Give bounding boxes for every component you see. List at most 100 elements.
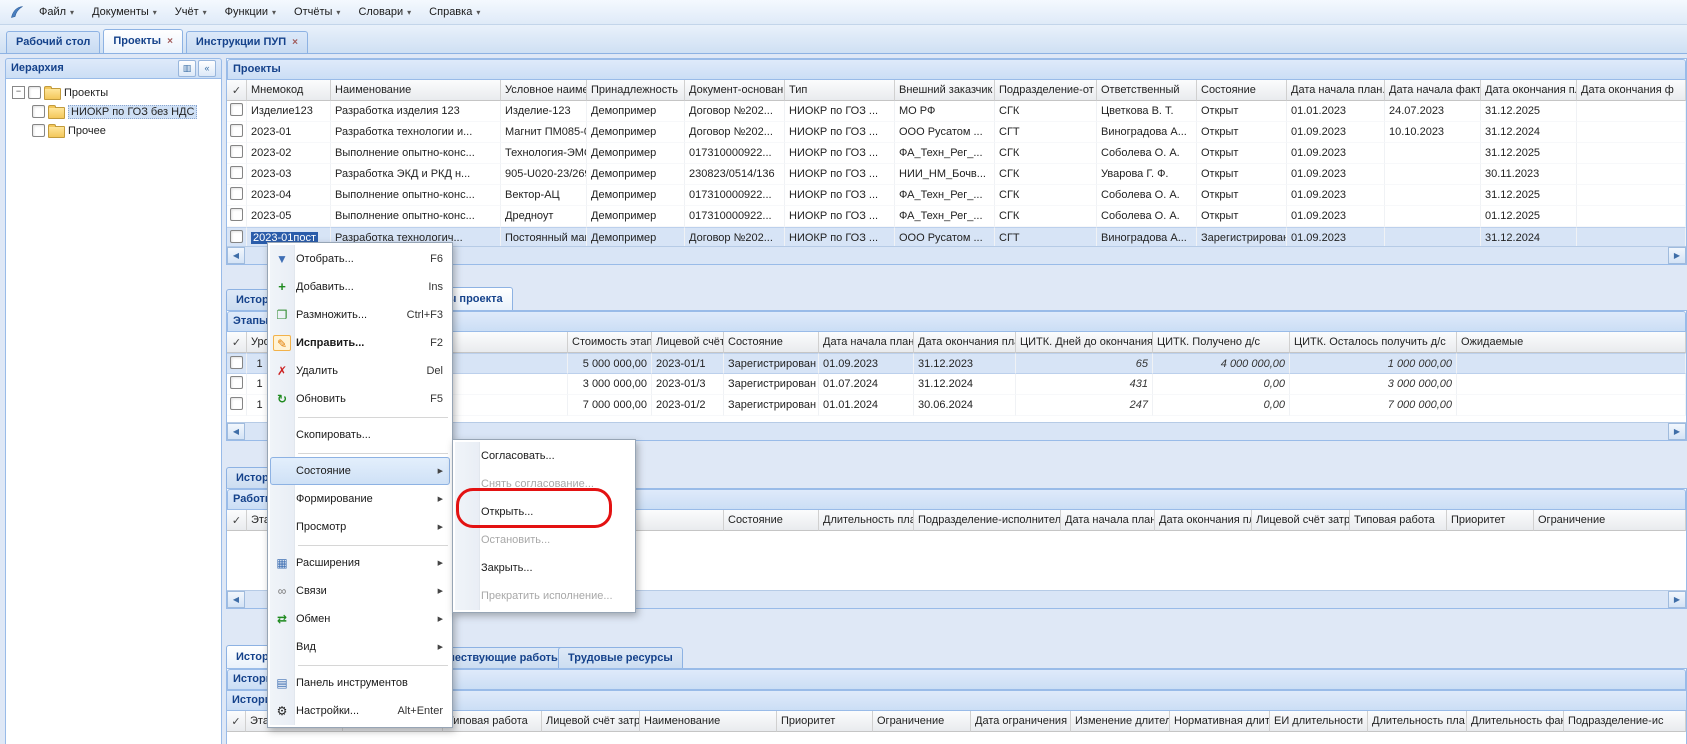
column-header[interactable]: Условное наименова [501,80,587,101]
menu-item[interactable]: +Добавить...Ins [270,273,450,301]
row-checkbox[interactable] [230,145,243,158]
menu-item[interactable]: ✗УдалитьDel [270,357,450,385]
column-header[interactable]: ✓ [227,711,246,732]
scroll-left-icon[interactable]: ◀ [227,247,245,264]
row-checkbox[interactable] [230,124,243,137]
tree-checkbox[interactable] [28,86,41,99]
row-checkbox[interactable] [230,208,243,221]
menu-item[interactable]: ▤Панель инструментов [270,669,450,697]
table-row[interactable]: 2023-04Выполнение опытно-конс...Вектор-А… [227,185,1686,206]
column-header[interactable]: Лицевой счёт затр [1252,510,1350,531]
column-header[interactable]: ЦИТК. Получено д/с [1153,332,1290,353]
menu-item[interactable]: Вид▶ [270,633,450,661]
column-header[interactable]: ЕИ длительности [1270,711,1368,732]
menu-item[interactable]: Согласовать... [455,442,633,470]
column-header[interactable]: Ограничение [873,711,971,732]
menubar-item[interactable]: Файл▾ [30,3,83,21]
column-header[interactable]: Состояние [1197,80,1287,101]
scroll-left-icon[interactable]: ◀ [227,423,245,440]
menu-item[interactable]: Состояние▶ [270,457,450,485]
tree-checkbox[interactable] [32,124,45,137]
column-header[interactable]: ЦИТК. Осталось получить д/с [1290,332,1457,353]
scroll-right-icon[interactable]: ▶ [1668,423,1686,440]
column-header[interactable]: Приоритет [777,711,873,732]
column-header[interactable]: Состояние [724,332,819,353]
tree-checkbox[interactable] [32,105,45,118]
column-header[interactable]: Длительность фак [1467,711,1564,732]
column-header[interactable]: Лицевой счёт затрат [652,332,724,353]
row-checkbox[interactable] [230,103,243,116]
menu-item[interactable]: ▦Расширения▶ [270,549,450,577]
table-row[interactable]: 2023-01Разработка технологии и...Магнит … [227,122,1686,143]
close-icon[interactable]: × [292,38,298,48]
column-header[interactable]: Лицевой счёт затр [542,711,640,732]
row-checkbox[interactable] [230,187,243,200]
menubar-item[interactable]: Словари▾ [349,3,420,21]
table-row[interactable]: Изделие123Разработка изделия 123Изделие-… [227,101,1686,122]
column-header[interactable]: Ответственный [1097,80,1197,101]
menubar-item[interactable]: Отчёты▾ [285,3,349,21]
column-header[interactable]: Документ-основан [685,80,785,101]
menu-item[interactable]: Закрыть... [455,554,633,582]
menu-item[interactable]: Просмотр▶ [270,513,450,541]
menubar-item[interactable]: Справка▾ [420,3,489,21]
column-header[interactable]: Дата начала факт [1385,80,1481,101]
column-header[interactable]: Ограничение [1534,510,1686,531]
column-header[interactable]: Дата окончания план [914,332,1016,353]
column-header[interactable]: Дата ограничения [971,711,1071,732]
menu-item[interactable]: Формирование▶ [270,485,450,513]
menu-item[interactable]: ↻ОбновитьF5 [270,385,450,413]
menu-item[interactable]: Скопировать... [270,421,450,449]
scroll-right-icon[interactable]: ▶ [1668,247,1686,264]
column-header[interactable]: Подразделение-от [995,80,1097,101]
column-header[interactable]: ЦИТК. Дней до окончания [1016,332,1153,353]
column-header[interactable]: ✓ [227,80,247,101]
column-header[interactable]: Подразделение-исполнитель [914,510,1061,531]
column-header[interactable]: Изменение длител [1071,711,1170,732]
menubar-item[interactable]: Функции▾ [216,3,285,21]
table-row[interactable]: 2023-02Выполнение опытно-конс...Технолог… [227,143,1686,164]
column-header[interactable]: Ожидаемые [1457,332,1686,353]
row-checkbox[interactable] [230,397,243,410]
scroll-left-icon[interactable]: ◀ [227,591,245,608]
column-header[interactable]: Типовая работа [443,711,542,732]
column-header[interactable]: ✓ [227,510,247,531]
row-checkbox[interactable] [230,376,243,389]
column-header[interactable]: Типовая работа [1350,510,1447,531]
table-row[interactable]: 2023-03Разработка ЭКД и РКД н...905-U020… [227,164,1686,185]
column-header[interactable]: Подразделение-ис [1564,711,1686,732]
tree-node-selected[interactable]: НИОКР по ГОЗ без НДС [8,102,219,121]
tree-node-label[interactable]: Прочее [68,125,106,137]
column-header[interactable]: Дата окончания план [1155,510,1252,531]
tree-node-root[interactable]: − Проекты [8,83,219,102]
collapse-expander-icon[interactable]: − [12,86,25,99]
column-header[interactable]: Наименование [640,711,777,732]
tree-node-label[interactable]: НИОКР по ГОЗ без НДС [68,105,197,119]
column-header[interactable]: Дата окончания ф [1577,80,1686,101]
menu-item[interactable]: ⇄Обмен▶ [270,605,450,633]
scroll-right-icon[interactable]: ▶ [1668,591,1686,608]
table-row[interactable]: 2023-05Выполнение опытно-конс...Дредноут… [227,206,1686,227]
row-checkbox[interactable] [230,230,243,243]
row-checkbox[interactable] [230,166,243,179]
close-icon[interactable]: × [167,37,173,47]
menu-item[interactable]: ∞Связи▶ [270,577,450,605]
document-tab[interactable]: Инструкции ПУП× [186,31,308,53]
tree-node[interactable]: Прочее [8,121,219,140]
column-header[interactable]: Мнемокод [247,80,331,101]
collapse-panel-icon[interactable]: « [198,60,216,77]
column-header[interactable]: Дата окончания пл [1481,80,1577,101]
menu-item[interactable]: ⚙Настройки...Alt+Enter [270,697,450,725]
tree-node-label[interactable]: Проекты [64,87,108,99]
columns-icon[interactable]: ▥ [178,60,196,77]
column-header[interactable]: Длительность пла [1368,711,1467,732]
column-header[interactable]: Принадлежность [587,80,685,101]
column-header[interactable]: Наименование [331,80,501,101]
column-header[interactable]: Длительность план▼ [819,510,914,531]
document-tab[interactable]: Проекты× [103,29,183,53]
column-header[interactable]: Состояние [724,510,819,531]
section-tab[interactable]: Трудовые ресурсы [558,647,683,668]
menubar-item[interactable]: Учёт▾ [166,3,216,21]
row-checkbox[interactable] [230,356,243,369]
column-header[interactable]: Стоимость этапа [568,332,652,353]
